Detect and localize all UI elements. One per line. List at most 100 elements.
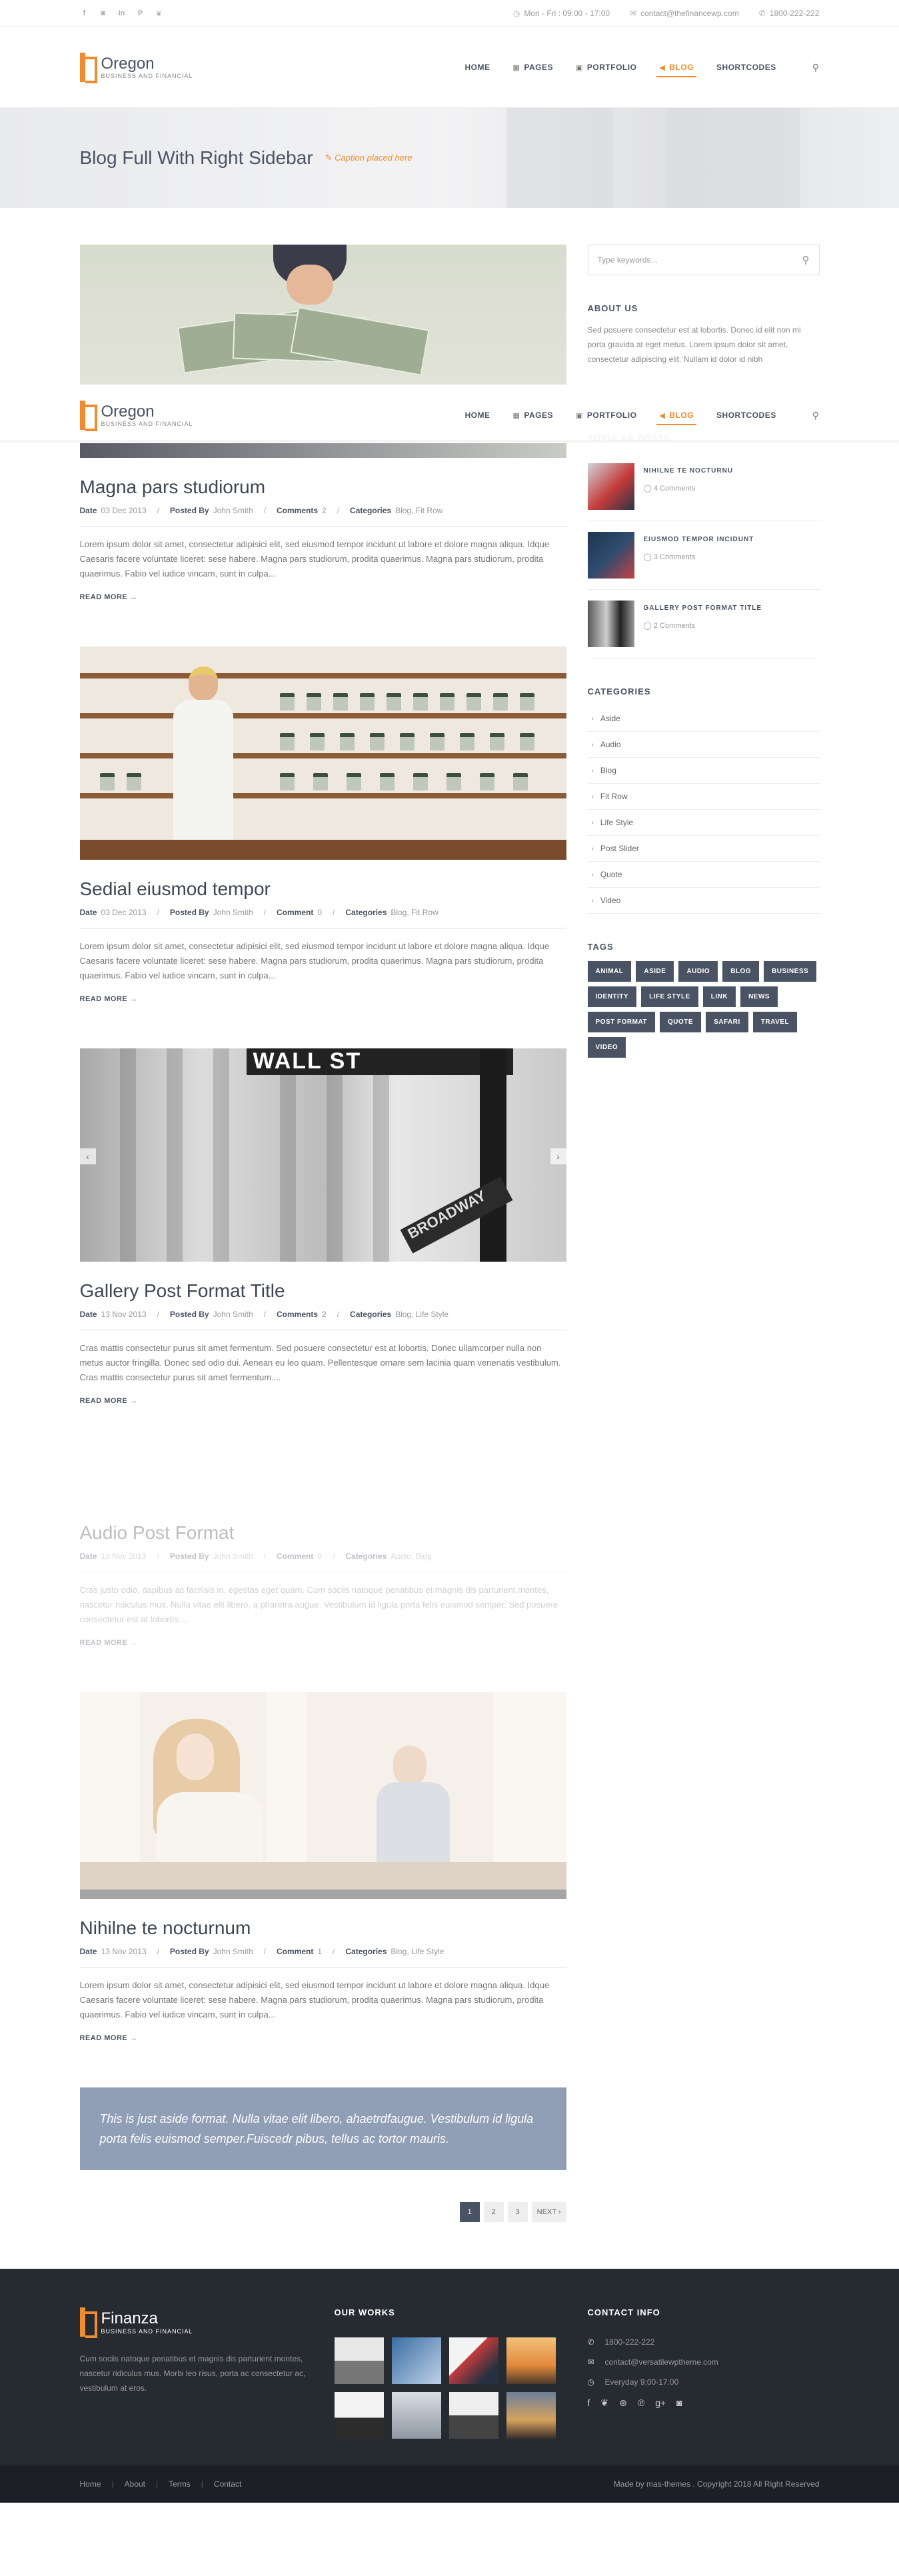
post-author[interactable]: John Smith bbox=[213, 1552, 253, 1561]
category-item[interactable]: › Blog bbox=[587, 758, 820, 784]
tag-item[interactable]: LIFE STYLE bbox=[641, 986, 698, 1007]
post-categories[interactable]: Blog, Life Style bbox=[395, 1310, 449, 1319]
linkedin-icon[interactable]: in bbox=[117, 9, 127, 18]
work-thumb[interactable] bbox=[506, 2392, 556, 2439]
slider-prev-icon[interactable]: ‹ bbox=[79, 1148, 96, 1164]
search-icon[interactable]: ⚲ bbox=[802, 254, 810, 266]
work-thumb[interactable] bbox=[391, 2337, 441, 2384]
facebook-icon[interactable]: f bbox=[588, 2397, 590, 2409]
post-title[interactable]: Magna pars studiorum bbox=[80, 477, 566, 498]
post-comments[interactable]: 2 bbox=[322, 506, 327, 515]
post-title[interactable]: Nihilne te nocturnum bbox=[80, 1918, 566, 1939]
post-title[interactable]: Audio Post Format bbox=[80, 1522, 566, 1544]
post-author[interactable]: John Smith bbox=[213, 1947, 253, 1956]
next-page-button[interactable]: NEXT › bbox=[531, 2202, 566, 2222]
tag-item[interactable]: TRAVEL bbox=[752, 1012, 798, 1032]
popular-post-thumb[interactable] bbox=[587, 532, 634, 579]
read-more-link[interactable]: READ MORE → bbox=[80, 995, 138, 1003]
popular-post-title[interactable]: EIUSMOD TEMPOR INCIDUNT bbox=[644, 536, 754, 543]
tag-item[interactable]: QUOTE bbox=[660, 1012, 702, 1032]
post-comments[interactable]: 0 bbox=[317, 908, 322, 917]
post-categories[interactable]: Blog, Life Style bbox=[391, 1947, 444, 1956]
read-more-link[interactable]: READ MORE → bbox=[80, 1397, 138, 1405]
read-more-link[interactable]: READ MORE → bbox=[80, 593, 138, 601]
tag-item[interactable]: IDENTITY bbox=[587, 986, 637, 1007]
facebook-icon[interactable]: f bbox=[80, 9, 89, 18]
popular-post-item[interactable]: GALLERY POST FORMAT TITLE ◯ 2 Comments bbox=[587, 590, 820, 658]
footer-link-terms[interactable]: Terms bbox=[169, 2479, 191, 2489]
page-1-button[interactable]: 1 bbox=[459, 2202, 480, 2222]
tag-item[interactable]: VIDEO bbox=[587, 1037, 626, 1058]
tag-item[interactable]: AUDIO bbox=[678, 961, 718, 982]
tag-item[interactable]: ASIDE bbox=[636, 961, 674, 982]
page-3-button[interactable]: 3 bbox=[507, 2202, 528, 2222]
category-item[interactable]: › Quote bbox=[587, 862, 820, 888]
instagram-icon[interactable]: ◙ bbox=[676, 2397, 682, 2409]
post-image-cafe[interactable] bbox=[79, 1692, 566, 1899]
category-label[interactable]: Audio bbox=[600, 740, 621, 749]
category-label[interactable]: Fit Row bbox=[600, 792, 628, 801]
popular-post-thumb[interactable] bbox=[587, 463, 634, 510]
category-item[interactable]: › Video bbox=[587, 888, 820, 914]
nav-home[interactable]: HOME bbox=[464, 405, 490, 425]
nav-shortcodes[interactable]: SHORTCODES bbox=[716, 405, 776, 425]
category-item[interactable]: › Fit Row bbox=[587, 784, 820, 810]
post-title[interactable]: Gallery Post Format Title bbox=[80, 1280, 566, 1302]
popular-post-thumb[interactable] bbox=[587, 601, 634, 647]
work-thumb[interactable] bbox=[449, 2337, 498, 2384]
read-more-link[interactable]: READ MORE → bbox=[80, 2034, 138, 2042]
tag-item[interactable]: BUSINESS bbox=[764, 961, 817, 982]
search-icon[interactable]: ⚲ bbox=[812, 410, 820, 421]
footer-link-about[interactable]: About bbox=[125, 2479, 145, 2489]
post-categories[interactable]: Blog, Fit Row bbox=[391, 908, 438, 917]
nav-blog[interactable]: ◀ BLOG bbox=[656, 405, 696, 425]
category-label[interactable]: Quote bbox=[600, 870, 622, 879]
post-comments[interactable]: 1 bbox=[317, 1947, 322, 1956]
category-item[interactable]: › Audio bbox=[587, 732, 820, 758]
post-comments[interactable]: 2 bbox=[322, 1310, 327, 1319]
work-thumb[interactable] bbox=[391, 2392, 441, 2439]
twitter-icon[interactable]: ❦ bbox=[155, 9, 164, 18]
dribbble-icon[interactable]: ⊛ bbox=[619, 2397, 627, 2409]
nav-home[interactable]: HOME bbox=[464, 57, 490, 77]
category-item[interactable]: › Aside bbox=[587, 706, 820, 732]
post-image-shop[interactable] bbox=[79, 646, 566, 860]
search-icon[interactable]: ⚲ bbox=[812, 62, 820, 73]
instagram-icon[interactable]: ◙ bbox=[99, 9, 108, 18]
nav-pages[interactable]: ▦ PAGES bbox=[512, 405, 553, 425]
post-author[interactable]: John Smith bbox=[213, 908, 253, 917]
category-label[interactable]: Post Slider bbox=[600, 844, 639, 853]
category-item[interactable]: › Post Slider bbox=[587, 836, 820, 862]
nav-pages[interactable]: ▦ PAGES bbox=[512, 57, 553, 77]
pinterest-icon[interactable]: P bbox=[136, 9, 145, 18]
page-2-button[interactable]: 2 bbox=[483, 2202, 504, 2222]
post-title[interactable]: Sedial eiusmod tempor bbox=[80, 878, 566, 900]
email-text[interactable]: contact@thefinancewp.com bbox=[640, 9, 739, 18]
tag-item[interactable]: LINK bbox=[702, 986, 736, 1007]
nav-blog[interactable]: ◀ BLOG bbox=[656, 57, 696, 77]
popular-post-title[interactable]: NIHILNE TE NOCTURNU bbox=[644, 467, 734, 475]
sidebar-search-input[interactable]: Type keywords... ⚲ bbox=[587, 245, 820, 275]
category-label[interactable]: Aside bbox=[600, 714, 620, 723]
category-label[interactable]: Blog bbox=[600, 766, 616, 775]
pinterest-icon[interactable]: ℗ bbox=[638, 2397, 644, 2409]
popular-post-item[interactable]: EIUSMOD TEMPOR INCIDUNT ◯ 3 Comments bbox=[587, 521, 820, 590]
tag-item[interactable]: POST FORMAT bbox=[587, 1012, 656, 1032]
contact-email[interactable]: ✉ contact@versatilewptheme.com bbox=[588, 2357, 820, 2367]
post-author[interactable]: John Smith bbox=[213, 506, 253, 515]
sticky-logo[interactable]: Oregon BUSINESS AND FINANCIAL bbox=[79, 401, 193, 431]
nav-portfolio[interactable]: ▣ PORTFOLIO bbox=[576, 405, 636, 425]
contact-email-text[interactable]: contact@versatilewptheme.com bbox=[605, 2357, 718, 2367]
twitter-icon[interactable]: ❦ bbox=[600, 2397, 608, 2409]
post-categories[interactable]: Audio, Blog bbox=[391, 1552, 431, 1561]
work-thumb[interactable] bbox=[334, 2392, 384, 2439]
site-logo[interactable]: Oregon BUSINESS AND FINANCIAL bbox=[79, 53, 193, 83]
post-comments[interactable]: 0 bbox=[317, 1552, 322, 1561]
category-label[interactable]: Video bbox=[600, 896, 620, 905]
post-categories[interactable]: Blog, Fit Row bbox=[395, 506, 443, 515]
popular-post-title[interactable]: GALLERY POST FORMAT TITLE bbox=[644, 605, 762, 612]
category-item[interactable]: › Life Style bbox=[587, 810, 820, 836]
tag-item[interactable]: SAFARI bbox=[706, 1012, 748, 1032]
email-info[interactable]: ✉ contact@thefinancewp.com bbox=[630, 9, 739, 18]
footer-logo[interactable]: Finanza BUSINESS AND FINANCIAL bbox=[79, 2307, 313, 2338]
